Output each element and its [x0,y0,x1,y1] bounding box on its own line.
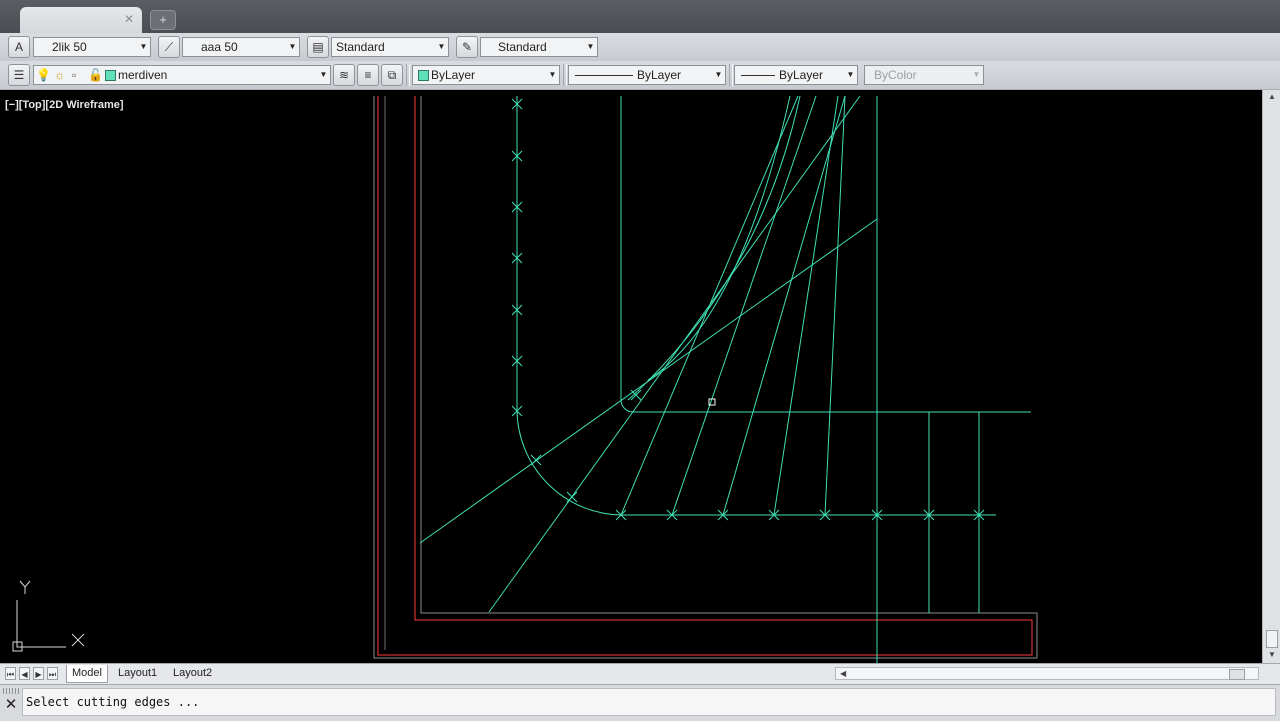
next-tab-icon[interactable]: ▶ [33,667,44,680]
curve-tangent [627,95,801,401]
chevron-down-icon: ▼ [972,70,981,79]
plot-style-value: ByColor [874,68,917,82]
dim-style-value: aaa 50 [201,40,238,54]
document-tab-bar: ✕ + [0,0,1280,33]
layers-properties-toolbar: ☰ 💡 ☼ ▫ 🔓 merdiven ▼ ≋ ≡ ⧉ ByLayer ▼ ByL… [0,61,1280,90]
table-style-icon[interactable]: ▤ [307,36,329,58]
lineweight-value: ByLayer [779,68,824,82]
mleader-style-value: Standard [498,40,547,54]
tab-model[interactable]: Model [66,665,108,683]
layer-properties-icon[interactable]: ☰ [8,64,30,86]
toolbar-divider [563,64,567,86]
linetype-value: ByLayer [637,68,682,82]
unlock-icon: 🔓 [88,68,103,82]
command-line-grip[interactable] [3,688,19,694]
close-tab-icon[interactable]: ✕ [124,12,134,26]
paintbrush-icon: ▫ [72,68,77,82]
outer-border [377,96,1033,656]
text-style-value: 2lik 50 [52,40,87,54]
diagonal-2 [488,95,861,613]
lineweight-preview [741,75,775,76]
scroll-down-icon[interactable]: ▼ [1267,650,1277,660]
layer-dropdown[interactable]: 💡 ☼ ▫ 🔓 merdiven ▼ [33,65,331,85]
chevron-down-icon: ▼ [319,70,328,79]
dim-style-icon[interactable]: ⟋ [158,36,180,58]
node-markers [511,98,985,521]
tab-layout2[interactable]: Layout2 [168,665,217,682]
document-tab[interactable]: ✕ [20,7,142,33]
inner-border [373,96,1038,659]
inner-wall-line [516,96,996,516]
vertical-scrollbar[interactable]: ▲ ▼ [1262,90,1280,663]
chevron-down-icon: ▼ [139,42,148,51]
drawing-geometry [12,95,1038,663]
text-style-icon[interactable]: A [8,36,30,58]
table-style-value: Standard [336,40,385,54]
chevron-down-icon: ▼ [288,42,297,51]
layer-name: merdiven [118,68,168,82]
lineweight-dropdown[interactable]: ByLayer ▼ [734,65,858,85]
chevron-down-icon: ▼ [437,42,446,51]
table-style-dropdown[interactable]: Standard ▼ [331,37,449,57]
styles-toolbar: A 2lik 50 ▼ ⟋ aaa 50 ▼ ▤ Standard ▼ ✎ St… [0,33,1280,62]
make-current-layer-icon[interactable]: ≋ [333,64,355,86]
color-swatch [418,70,429,81]
horizontal-scrollbar[interactable]: ◀ [835,667,1259,680]
prev-tab-icon[interactable]: ◀ [19,667,30,680]
text-style-dropdown[interactable]: 2lik 50 ▼ [33,37,151,57]
drawing-canvas[interactable]: [−][Top][2D Wireframe] [0,90,1262,663]
scroll-up-icon[interactable]: ▲ [1267,92,1277,102]
chevron-down-icon: ▼ [714,70,723,79]
chevron-down-icon: ▼ [846,70,855,79]
mleader-style-dropdown[interactable]: Standard ▼ [480,37,598,57]
chevron-down-icon: ▼ [548,70,557,79]
chevron-down-icon: ▼ [586,42,595,51]
scroll-left-icon[interactable]: ◀ [840,668,846,679]
layer-color-swatch [105,70,116,81]
toolbar-divider [406,64,410,86]
close-icon[interactable]: ✕ [4,697,18,712]
command-line: ✕ Select cutting edges ... [0,684,1280,721]
linetype-preview [575,75,633,76]
new-tab-button[interactable]: + [150,10,176,30]
toolbar-divider [729,64,733,86]
dim-style-dropdown[interactable]: aaa 50 ▼ [182,37,300,57]
layer-previous-icon[interactable]: ≡ [357,64,379,86]
first-tab-icon[interactable]: ⏮ [5,667,16,680]
curve-tangent-2 [647,95,791,381]
lightbulb-icon: 💡 [36,68,51,82]
ucs-icon [12,580,85,652]
horizontal-scroll-thumb[interactable] [1229,669,1245,680]
linetype-dropdown[interactable]: ByLayer ▼ [568,65,726,85]
layout-tab-strip: ⏮ ◀ ▶ ⏭ Model Layout1 Layout2 ◀ [0,663,1280,684]
last-tab-icon[interactable]: ⏭ [47,667,58,680]
color-dropdown[interactable]: ByLayer ▼ [412,65,560,85]
sun-icon: ☼ [54,68,65,82]
plot-style-dropdown: ByColor ▼ [864,65,984,85]
vertical-scroll-thumb[interactable] [1266,630,1278,648]
command-input[interactable]: Select cutting edges ... [22,688,1276,716]
color-value: ByLayer [431,68,476,82]
diagonal-3 [620,95,799,516]
mleader-style-icon[interactable]: ✎ [456,36,478,58]
layer-states-icon[interactable]: ⧉ [381,64,403,86]
tab-layout1[interactable]: Layout1 [113,665,162,682]
viewport-controls-label[interactable]: [−][Top][2D Wireframe] [5,99,124,111]
diagonal-4 [671,95,817,516]
